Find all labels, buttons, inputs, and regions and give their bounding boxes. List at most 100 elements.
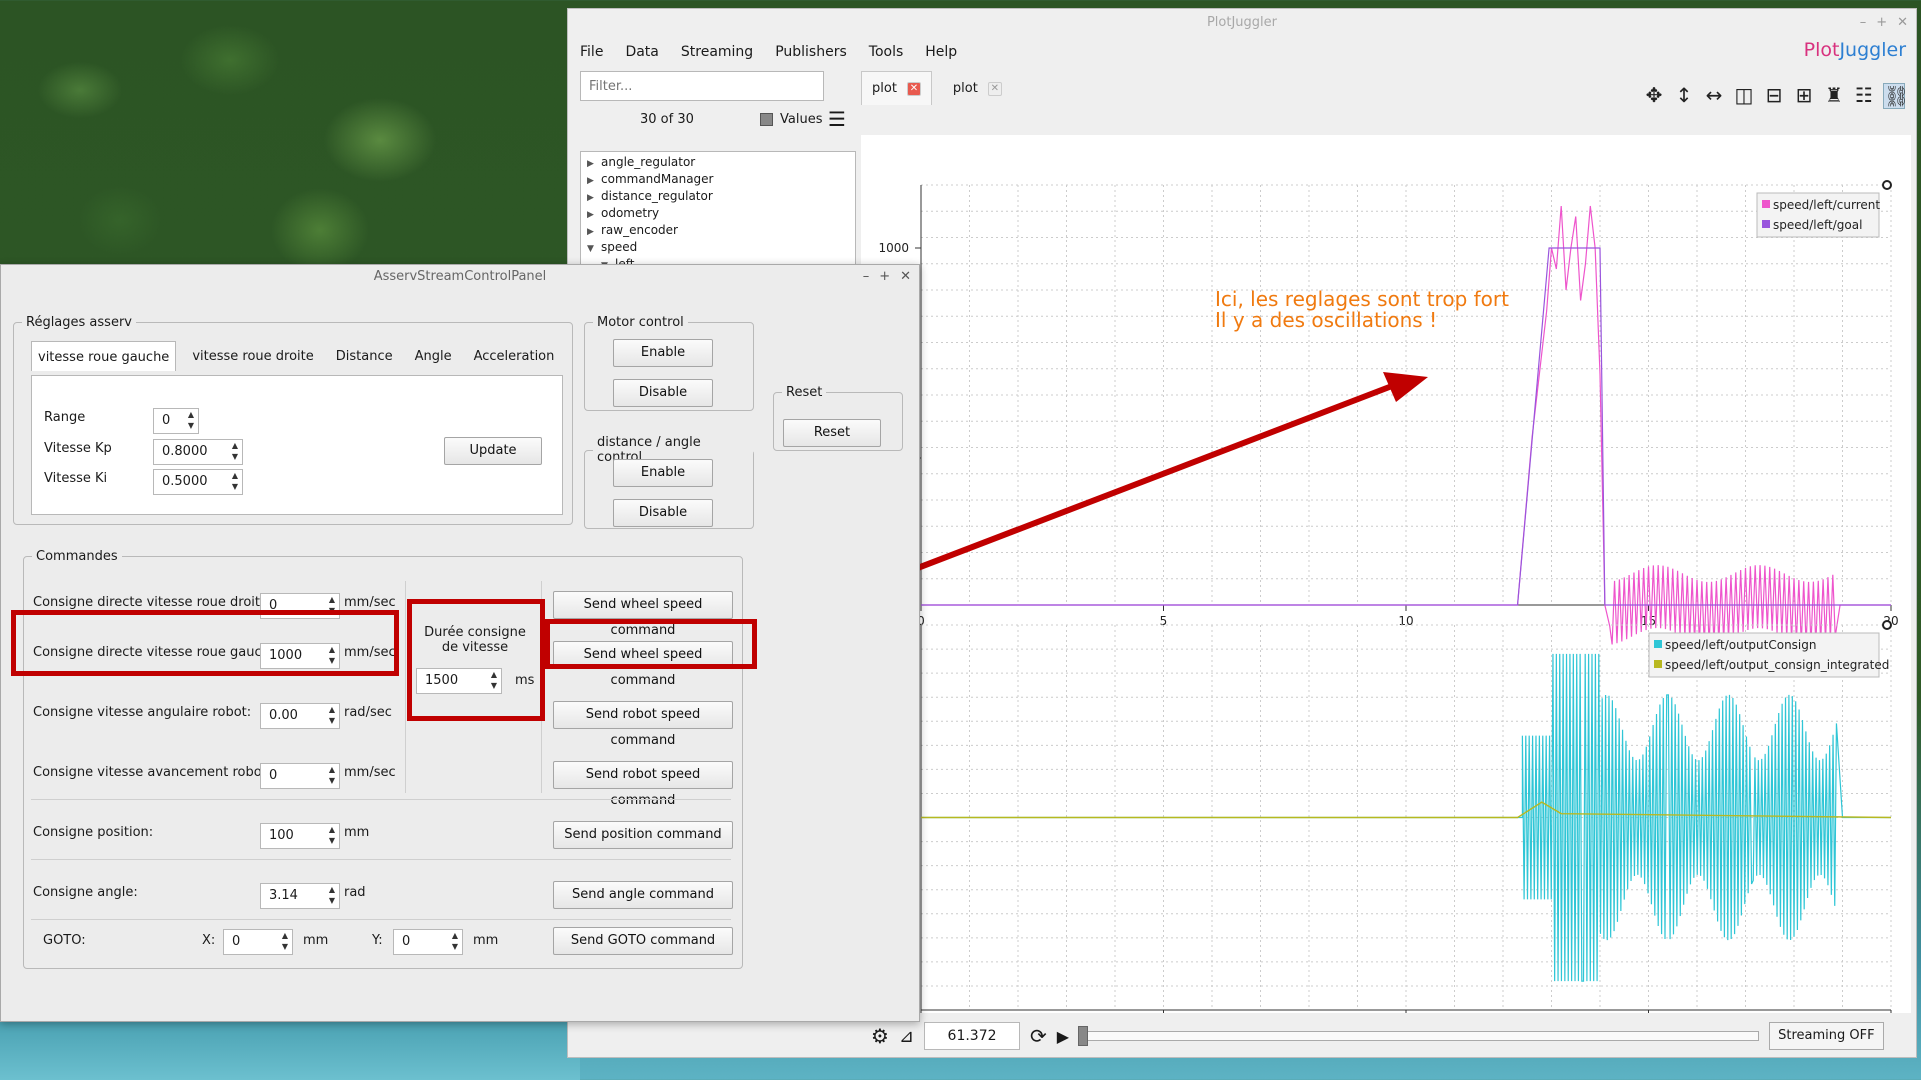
legend-entry[interactable]: speed/left/output_consign_integrated (1665, 658, 1889, 672)
menu-data[interactable]: Data (625, 44, 658, 60)
plot-corner-handle[interactable] (1882, 180, 1892, 190)
clear-icon[interactable]: ♜ (1823, 83, 1845, 109)
tree-item[interactable]: ▼ speed (587, 239, 855, 256)
tree-item[interactable]: ▶ distance_regulator (587, 188, 855, 205)
minimize-icon[interactable]: – (863, 265, 870, 289)
row-separator (31, 859, 731, 860)
close-tab-icon[interactable]: ✕ (987, 81, 1002, 96)
maximize-icon[interactable]: + (879, 265, 890, 289)
maximize-icon[interactable]: + (1876, 9, 1887, 37)
column-divider (405, 581, 406, 793)
command-label: Consigne position: (33, 825, 154, 840)
legend-entry[interactable]: speed/left/goal (1773, 218, 1862, 232)
move-icon[interactable]: ✥ (1643, 83, 1665, 109)
time-slider[interactable] (1078, 1026, 1760, 1046)
command-unit: rad (344, 885, 366, 900)
slider-handle[interactable] (1078, 1026, 1089, 1046)
send-command-button[interactable]: Send angle command (553, 881, 733, 909)
close-icon[interactable]: ✕ (1897, 9, 1908, 37)
update-button[interactable]: Update (444, 437, 542, 465)
distangle-enable-button[interactable]: Enable (613, 459, 713, 487)
tab-vitesse-roue-droite[interactable]: vitesse roue droite (186, 341, 319, 371)
plot-corner-handle[interactable] (1882, 620, 1892, 630)
plot-canvas[interactable]: 051015208001000speed/left/currentspeed/l… (861, 135, 1911, 1033)
tab-distance[interactable]: Distance (330, 341, 399, 371)
filter-input[interactable] (580, 71, 824, 101)
send-command-button[interactable]: Send robot speed command (553, 761, 733, 808)
distangle-disable-button[interactable]: Disable (613, 499, 713, 527)
zoom-horizontal-icon[interactable]: ↔ (1703, 83, 1725, 109)
tree-item-label: commandManager (601, 172, 714, 186)
motor-disable-button[interactable]: Disable (613, 379, 713, 407)
motor-enable-button[interactable]: Enable (613, 339, 713, 367)
add-plot-icon[interactable]: ⊞ (1793, 83, 1815, 109)
goto-y-label: Y: (372, 933, 383, 948)
send-command-button[interactable]: Send position command (553, 821, 733, 849)
legend-icon[interactable]: ☷ (1853, 83, 1875, 109)
menu-tools[interactable]: Tools (869, 44, 904, 60)
ratio-icon[interactable]: ⊿ (899, 1026, 914, 1047)
link-icon[interactable]: ⛓ (1883, 83, 1909, 109)
close-tab-icon[interactable]: ✕ (906, 81, 921, 96)
window-controls: – + ✕ (1860, 9, 1908, 37)
streaming-toggle-button[interactable]: Streaming OFF (1769, 1022, 1884, 1050)
highlight-box-gauche (11, 610, 399, 676)
close-icon[interactable]: ✕ (900, 265, 911, 289)
row-separator (31, 919, 731, 920)
tree-item[interactable]: ▶ angle_regulator (587, 154, 855, 171)
values-checkbox[interactable] (760, 112, 773, 126)
play-icon[interactable]: ▶ (1057, 1027, 1069, 1046)
tab-acceleration[interactable]: Acceleration (468, 341, 561, 371)
minimize-icon[interactable]: – (1860, 9, 1867, 37)
split-horizontal-icon[interactable]: ◫ (1733, 83, 1755, 109)
menu-file[interactable]: File (580, 44, 603, 60)
send-command-button[interactable]: Send wheel speed command (553, 591, 733, 638)
window-controls: – + ✕ (863, 265, 911, 289)
expanded-arrow-icon[interactable]: ▼ (587, 241, 601, 258)
range-spinbox[interactable]: 0 ▲ ▼ (153, 408, 199, 434)
group-title: Commandes (36, 549, 118, 564)
legend-entry[interactable]: speed/left/current (1773, 198, 1880, 212)
tab-plot-2[interactable]: plot ✕ (941, 71, 1013, 105)
command-spinbox[interactable]: 3.14 ▲ ▼ (260, 883, 340, 909)
ki-label: Vitesse Ki (44, 471, 108, 486)
tree-item[interactable]: ▶ raw_encoder (587, 222, 855, 239)
tree-item-label: speed (601, 240, 638, 254)
menu-bar: File Data Streaming Publishers Tools Hel… (568, 37, 1916, 67)
goto-y-spinbox[interactable]: 0 ▲ ▼ (393, 929, 463, 955)
send-command-button[interactable]: Send robot speed command (553, 701, 733, 748)
send-goto-button[interactable]: Send GOTO command (553, 927, 733, 955)
menu-streaming[interactable]: Streaming (681, 44, 753, 60)
y-tick-label: 1000 (878, 241, 909, 255)
list-view-icon[interactable]: ☰ (828, 107, 846, 131)
goto-x-spinbox[interactable]: 0 ▲ ▼ (223, 929, 293, 955)
gear-icon[interactable]: ⚙ (871, 1024, 889, 1048)
kp-spinbox[interactable]: 0.8000 ▲ ▼ (153, 439, 243, 465)
reset-button[interactable]: Reset (783, 419, 881, 447)
brand-logo: PlotJuggler (1803, 39, 1906, 61)
menu-publishers[interactable]: Publishers (775, 44, 847, 60)
command-spinbox[interactable]: 0 ▲ ▼ (260, 763, 340, 789)
tree-item[interactable]: ▶ odometry (587, 205, 855, 222)
command-spinbox[interactable]: 0.00 ▲ ▼ (260, 703, 340, 729)
tab-plot-1[interactable]: plot ✕ (861, 71, 932, 105)
ki-spinbox[interactable]: 0.5000 ▲ ▼ (153, 469, 243, 495)
tab-angle[interactable]: Angle (409, 341, 458, 371)
command-spinbox[interactable]: 100 ▲ ▼ (260, 823, 340, 849)
menu-help[interactable]: Help (925, 44, 957, 60)
time-display[interactable]: 61.372 (924, 1022, 1021, 1050)
annotation-line-1: Ici, les reglages sont trop fort (1215, 287, 1509, 311)
loop-icon[interactable]: ⟳ (1030, 1024, 1047, 1048)
legend-entry[interactable]: speed/left/outputConsign (1665, 638, 1817, 652)
command-label: Consigne angle: (33, 885, 138, 900)
control-panel-window: AsservStreamControlPanel – + ✕ Réglages as… (0, 264, 920, 1022)
goto-x-unit: mm (303, 933, 329, 948)
series-count-row: 30 of 30 Values ☰ (580, 101, 848, 137)
tree-item-label: angle_regulator (601, 155, 696, 169)
tree-item[interactable]: ▶ commandManager (587, 171, 855, 188)
command-label: Consigne vitesse angulaire robot: (33, 705, 252, 720)
split-vertical-icon[interactable]: ⊟ (1763, 83, 1785, 109)
tab-vitesse-roue-gauche[interactable]: vitesse roue gauche (31, 341, 177, 371)
values-label: Values (780, 111, 823, 127)
zoom-vertical-icon[interactable]: ↕ (1673, 83, 1695, 109)
